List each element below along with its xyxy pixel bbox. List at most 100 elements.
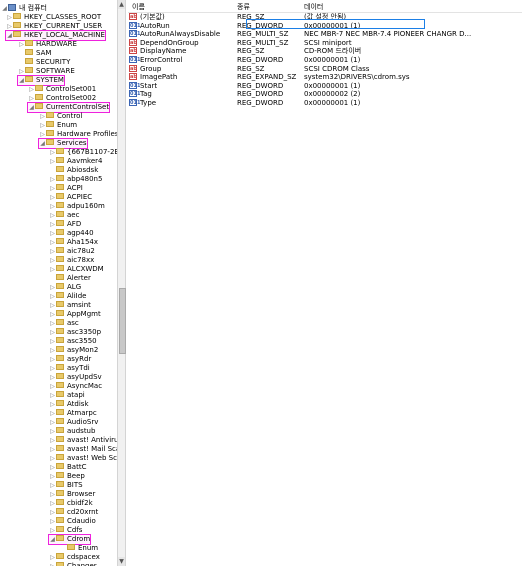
expand-arrow-icon[interactable]: ▷ [49, 301, 56, 310]
expand-arrow-icon[interactable]: ▷ [49, 418, 56, 427]
tree-node-services[interactable]: ◢ Services [38, 138, 88, 149]
tree-node-service[interactable]: ▷ ALG [49, 283, 81, 292]
expand-arrow-icon[interactable]: ▷ [49, 517, 56, 526]
expand-arrow-icon[interactable]: ▷ [49, 193, 56, 202]
expand-arrow-icon[interactable]: ▷ [49, 499, 56, 508]
expand-arrow-icon[interactable]: ▷ [49, 247, 56, 256]
expand-arrow-icon[interactable]: ▷ [49, 562, 56, 566]
expand-arrow-icon[interactable]: ▷ [49, 184, 56, 193]
tree-node-service[interactable]: ▷ asc3350p [49, 328, 101, 337]
tree-node-service[interactable]: ▷ Beep [49, 472, 85, 481]
tree-node-service[interactable]: Abiosdsk [49, 166, 98, 175]
expand-arrow-icon[interactable]: ▷ [49, 175, 56, 184]
expand-arrow-icon[interactable]: ▷ [6, 13, 13, 22]
tree-node-service[interactable]: ▷ asc [49, 319, 79, 328]
expand-arrow-icon[interactable]: ▷ [49, 319, 56, 328]
expand-arrow-icon[interactable]: ▷ [39, 112, 46, 121]
tree-node-service[interactable]: ▷ adpu160m [49, 202, 105, 211]
tree-node-my-computer[interactable]: ◢ 내 컴퓨터 [1, 3, 47, 13]
expand-arrow-icon[interactable]: ▷ [49, 283, 56, 292]
tree-node-hardware[interactable]: ▷ HARDWARE [18, 40, 77, 49]
expand-arrow-icon[interactable]: ▷ [28, 94, 35, 103]
tree-node-service[interactable]: ▷ AsyncMac [49, 382, 102, 391]
collapse-arrow-icon[interactable]: ◢ [1, 4, 8, 13]
tree-node-hkcr[interactable]: ▷ HKEY_CLASSES_ROOT [6, 13, 101, 22]
column-header-type[interactable]: 종류 [237, 2, 250, 12]
expand-arrow-icon[interactable]: ▷ [18, 67, 25, 76]
tree-node-service[interactable]: ▷ AliIde [49, 292, 87, 301]
expand-arrow-icon[interactable]: ▷ [49, 337, 56, 346]
values-list-pane[interactable]: 이름 종류 데이터 ab (기본값) REG_SZ (값 설정 안됨) 011 AutoR… [128, 0, 522, 566]
tree-node-service[interactable]: ▷ cd20xrnt [49, 508, 98, 517]
expand-arrow-icon[interactable]: ▷ [49, 328, 56, 337]
expand-arrow-icon[interactable]: ▷ [49, 400, 56, 409]
collapse-arrow-icon[interactable]: ◢ [49, 535, 56, 544]
expand-arrow-icon[interactable]: ▷ [39, 130, 46, 139]
expand-arrow-icon[interactable]: ▷ [49, 427, 56, 436]
scroll-thumb[interactable] [119, 288, 126, 354]
expand-arrow-icon[interactable]: ▷ [49, 229, 56, 238]
tree-node-service[interactable]: ▷ ACPI [49, 184, 83, 193]
column-header-name[interactable]: 이름 [132, 2, 145, 12]
expand-arrow-icon[interactable]: ▷ [49, 292, 56, 301]
expand-arrow-icon[interactable]: ▷ [49, 436, 56, 445]
expand-arrow-icon[interactable]: ▷ [49, 481, 56, 490]
tree-node-service[interactable]: ▷ avast! Antivirus [49, 436, 117, 445]
expand-arrow-icon[interactable]: ▷ [49, 157, 56, 166]
tree-node-service[interactable]: ▷ avast! Mail Sca [49, 445, 117, 454]
tree-node-service[interactable]: ▷ aic78u2 [49, 247, 95, 256]
tree-node-controlset001[interactable]: ▷ ControlSet001 [28, 85, 96, 94]
tree-node-service[interactable]: ▷ Aavmker4 [49, 157, 102, 166]
expand-arrow-icon[interactable]: ▷ [49, 472, 56, 481]
tree-node-service[interactable]: ▷ cbidf2k [49, 499, 93, 508]
collapse-arrow-icon[interactable]: ◢ [18, 76, 25, 85]
tree-node-service[interactable]: ▷ abp480n5 [49, 175, 102, 184]
expand-arrow-icon[interactable]: ▷ [49, 373, 56, 382]
value-row[interactable]: 011 Type REG_DWORD 0x00000001 (1) [128, 99, 522, 108]
tree-node-service[interactable]: ▷ asyMon2 [49, 346, 98, 355]
tree-node-service[interactable]: ▷ Browser [49, 490, 95, 499]
tree-node-service[interactable]: ▷ asyRdr [49, 355, 91, 364]
tree-node-service[interactable]: ▷ AppMgmt [49, 310, 101, 319]
tree-node-service[interactable]: ▷ audstub [49, 427, 95, 436]
collapse-arrow-icon[interactable]: ◢ [28, 103, 35, 112]
expand-arrow-icon[interactable]: ▷ [18, 40, 25, 49]
tree-node-service[interactable]: ▷ cdspacex [49, 553, 100, 562]
tree-node-service[interactable]: ▷ agp440 [49, 229, 94, 238]
tree-node-currentcontrolset[interactable]: ◢ CurrentControlSet [26, 102, 111, 113]
expand-arrow-icon[interactable]: ▷ [49, 310, 56, 319]
scroll-down-arrow-icon[interactable]: ▼ [118, 557, 125, 566]
tree-node-control[interactable]: ▷ Control [39, 112, 82, 121]
tree-node-service[interactable]: ▷ asyTdi [49, 364, 90, 373]
tree-node-enum[interactable]: ▷ Enum [39, 121, 77, 130]
tree-node-service[interactable]: ▷ BattC [49, 463, 86, 472]
tree-node-service[interactable]: ▷ asyUpdSv [49, 373, 102, 382]
tree-node-software[interactable]: ▷ SOFTWARE [18, 67, 75, 76]
tree-node-service[interactable]: ▷ avast! Web Sca [49, 454, 117, 463]
tree-node-service[interactable]: ▷ Cdaudio [49, 517, 96, 526]
tree-node-service[interactable]: ▷ aec [49, 211, 79, 220]
tree-node-service[interactable]: ▷ ALCXWDM [49, 265, 104, 274]
expand-arrow-icon[interactable]: ▷ [49, 220, 56, 229]
expand-arrow-icon[interactable]: ▷ [49, 391, 56, 400]
tree-node-service[interactable]: ▷ Changer [49, 562, 97, 566]
expand-arrow-icon[interactable]: ▷ [49, 454, 56, 463]
tree-node-service[interactable]: ▷ AFD [49, 220, 81, 229]
expand-arrow-icon[interactable]: ▷ [49, 409, 56, 418]
expand-arrow-icon[interactable]: ▷ [49, 508, 56, 517]
tree-node-service[interactable]: Alerter [49, 274, 91, 283]
scroll-up-arrow-icon[interactable]: ▲ [118, 0, 125, 9]
expand-arrow-icon[interactable]: ▷ [49, 445, 56, 454]
tree-node-service[interactable]: ▷ atapi [49, 391, 85, 400]
expand-arrow-icon[interactable]: ▷ [49, 355, 56, 364]
tree-node-cdrom[interactable]: ◢ Cdrom [47, 534, 92, 545]
column-header-data[interactable]: 데이터 [304, 2, 323, 12]
expand-arrow-icon[interactable]: ▷ [49, 238, 56, 247]
tree-node-service[interactable]: ▷ Aha154x [49, 238, 98, 247]
tree-node-cdrom-enum[interactable]: Enum [60, 544, 98, 553]
tree-node-sam[interactable]: SAM [18, 49, 51, 58]
expand-arrow-icon[interactable]: ▷ [49, 148, 56, 157]
tree-node-system[interactable]: ◢ SYSTEM [17, 75, 65, 86]
tree-node-service[interactable]: ▷ ACPIEC [49, 193, 92, 202]
expand-arrow-icon[interactable]: ▷ [49, 265, 56, 274]
